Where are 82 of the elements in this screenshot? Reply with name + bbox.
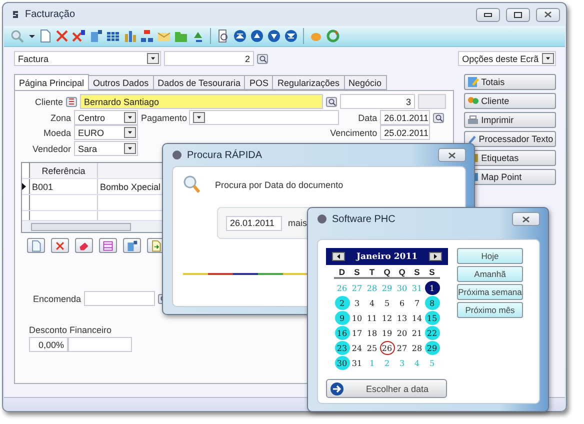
search-prompt: Procura por Data do documento [215, 180, 344, 190]
side-button[interactable]: Totais [464, 74, 556, 90]
field-label: Cliente [34, 96, 63, 106]
currency-select[interactable]: EURO [74, 125, 138, 140]
field-label: Data [358, 112, 378, 122]
field-label: Pagamento [141, 112, 186, 122]
calendar-day[interactable]: 18 [364, 326, 380, 340]
client-field[interactable]: Bernardo Santiago [80, 94, 323, 109]
calendar-day[interactable]: 20 [394, 326, 410, 340]
field-label: Vendedor [31, 144, 71, 154]
calendar-day[interactable]: 31 [350, 356, 364, 370]
calendar-day[interactable]: 21 [410, 326, 424, 340]
tab[interactable]: POS [244, 75, 274, 90]
date-shortcut-button[interactable]: Hoje [457, 248, 523, 264]
due-date-field[interactable]: 25.02.2011 [380, 125, 430, 140]
weekday-label: Q [382, 267, 392, 277]
calendar-day[interactable]: 29 [424, 341, 440, 355]
calendar-day[interactable]: 17 [350, 326, 364, 340]
date-field[interactable]: 26.01.2011 [380, 110, 430, 125]
tab[interactable]: Outros Dados [88, 75, 154, 90]
side-button[interactable]: Cliente [464, 93, 556, 109]
calendar-day[interactable]: 10 [350, 311, 364, 325]
field-label: Desconto Financeiro [29, 325, 112, 335]
field-label: mais [288, 218, 308, 228]
field-label: Vencimento [330, 128, 378, 138]
calendar-day[interactable]: 1 [424, 281, 440, 295]
weekday-label: D [338, 267, 346, 277]
weekday-label: S [413, 267, 421, 277]
client-number-field[interactable]: 3 [340, 94, 415, 109]
calendar-day[interactable]: 27 [394, 341, 410, 355]
table-cell: B001 [30, 179, 98, 194]
calendar-day[interactable]: 28 [410, 341, 424, 355]
dialog-title: Procura RÁPIDA [187, 150, 264, 160]
calendar-day[interactable]: 4 [364, 296, 380, 310]
calendar-day[interactable]: 23 [334, 341, 350, 355]
weekday-label: S [353, 267, 361, 277]
calendar-day[interactable]: 13 [394, 311, 410, 325]
side-button[interactable]: Processador Texto [464, 131, 556, 147]
screen-options-select[interactable]: Opções deste Ecrã [458, 51, 556, 66]
dialog-title: Software PHC [332, 214, 396, 224]
tab[interactable]: Negócio [344, 75, 387, 90]
weekday-label: Q [398, 267, 406, 277]
calendar-day[interactable]: 2 [334, 296, 350, 310]
calendar-day[interactable]: 26 [380, 341, 394, 355]
calendar-day[interactable]: 12 [380, 311, 394, 325]
field-label: Encomenda [32, 294, 81, 304]
salesperson-select[interactable]: Sara [74, 141, 138, 156]
calendar-day[interactable]: 14 [410, 311, 424, 325]
calendar-day[interactable]: 3 [350, 296, 364, 310]
calendar-day[interactable]: 24 [350, 341, 364, 355]
calendar-day[interactable]: 5 [380, 296, 394, 310]
calendar-day[interactable]: 9 [334, 311, 350, 325]
calendar-day[interactable]: 8 [424, 296, 440, 310]
tab[interactable]: Página Principal [14, 74, 90, 90]
side-button[interactable]: Imprimir [464, 112, 556, 128]
choose-date-button[interactable]: Escolher a data [326, 379, 447, 398]
weekday-label: S [428, 267, 436, 277]
zone-select[interactable]: Centro [74, 110, 138, 125]
field-label: Moeda [42, 128, 71, 138]
calendar-day[interactable]: 16 [334, 326, 350, 340]
window-title: Facturação [25, 9, 76, 20]
column-header[interactable]: Referência [30, 163, 98, 178]
document-number-field[interactable]: 2 [164, 51, 254, 66]
date-field[interactable]: 26.01.2011 [226, 216, 282, 230]
calendar-day[interactable]: 11 [364, 311, 380, 325]
calendar-day[interactable]: 25 [364, 341, 380, 355]
calendar-day[interactable]: 6 [394, 296, 410, 310]
month-title: Janeiro 2011 [356, 252, 418, 262]
tab[interactable]: Regularizações [272, 75, 345, 90]
date-shortcut-button[interactable]: Próxima semana [457, 284, 523, 300]
document-type-select[interactable]: Factura [14, 51, 161, 66]
field-label: Zona [49, 112, 71, 122]
date-shortcut-button[interactable]: Próximo mês [457, 302, 523, 318]
calendar-day[interactable]: 15 [424, 311, 440, 325]
discount-field[interactable]: 0,00% [29, 337, 68, 352]
calendar-day[interactable]: 19 [380, 326, 394, 340]
calendar-day[interactable]: 22 [424, 326, 440, 340]
date-shortcut-button[interactable]: Amanhã [457, 266, 523, 282]
weekday-label: T [368, 267, 376, 277]
tab[interactable]: Dados de Tesouraria [152, 75, 246, 90]
calendar-day[interactable]: 7 [410, 296, 424, 310]
calendar-day[interactable]: 30 [334, 356, 350, 370]
